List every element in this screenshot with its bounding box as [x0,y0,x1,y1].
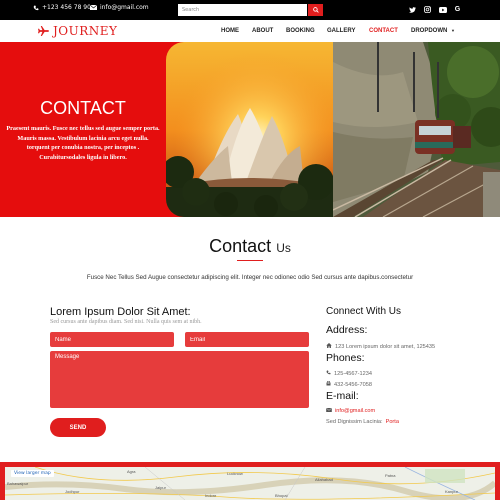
main-nav: JOURNEY HOME ABOUT BOOKING GALLERY CONTA… [0,20,500,42]
youtube-icon[interactable] [438,5,447,14]
topbar-phone-text: +123 456 78 90 [42,4,91,11]
map-embed[interactable]: View larger map Bahawalpur Agra Lucknow … [5,467,495,500]
topbar-email[interactable]: info@gmail.com [90,4,149,11]
view-larger-map-link[interactable]: View larger map [11,470,54,477]
form-title: Lorem Ipsum Dolor Sit Amet: [50,306,191,318]
email-link[interactable]: info@gmail.com [335,408,375,414]
hero-image-mountain-train [333,42,500,217]
hero-image-lotus-temple [166,42,334,217]
map-label: Indore [205,493,217,498]
contact-heading: Contact Us [0,236,500,257]
fax-icon [326,381,331,388]
map-label: Jaipur [155,485,166,490]
home-icon [326,343,332,350]
contact-description: Fusce Nec Tellus Sed Augue consectetur a… [86,274,414,281]
phone-text-1: 125-4567-1234 [334,370,372,377]
map-label: Agra [127,469,136,474]
form-subtitle: Sed cursus ante dapibus diam. Sed nisi. … [50,319,202,325]
map-section: View larger map Bahawalpur Agra Lucknow … [0,462,500,500]
instagram-icon[interactable] [423,5,432,14]
address-label: Address: [326,324,368,336]
logo[interactable]: JOURNEY [38,24,117,38]
extra-link[interactable]: Porta [386,419,399,425]
phone-line-1: 125-4567-1234 [326,370,372,377]
address-text: 123 Lorem ipsum dolor sit amet, 125435 [335,343,436,350]
email-line: info@gmail.com [326,407,375,414]
contact-heading-main: Contact [209,236,272,256]
nav-item-home[interactable]: HOME [221,28,239,34]
name-field[interactable] [50,332,174,347]
address-line: 123 Lorem ipsum dolor sit amet, 125435 [326,343,435,350]
hero-text: Praesent mauris. Fusce nec tellus sed au… [6,125,160,161]
map-label: Patna [385,473,396,478]
envelope-icon [326,407,332,414]
phone-icon [33,5,39,11]
google-icon[interactable]: G [453,5,462,14]
email-field[interactable] [185,332,309,347]
logo-text: JOURNEY [53,24,118,38]
topbar-phone[interactable]: +123 456 78 90 [33,4,91,11]
map-label: Kanpur [445,489,458,494]
extra-line: Sed Dignissim Lacinia: Porta [326,419,399,425]
map-label: Lucknow [227,471,243,476]
contact-heading-sub: Us [276,241,291,255]
airplane-icon [38,26,49,36]
phone-line-2: 432-5456-7058 [326,381,372,388]
hero-banner: CONTACT Praesent mauris. Fusce nec tellu… [0,42,500,217]
map-label: Bhopal [275,493,288,498]
extra-text: Sed Dignissim Lacinia: [326,419,383,425]
caret-down-icon: ▼ [451,28,455,33]
send-button[interactable]: SEND [50,418,106,437]
topbar-email-text: info@gmail.com [100,4,149,11]
top-bar: +123 456 78 90 info@gmail.com G [0,0,500,20]
search-input[interactable] [178,4,307,16]
search-button[interactable] [308,4,323,16]
search-icon [312,7,319,13]
nav-item-booking[interactable]: BOOKING [286,28,315,34]
phone-text-2: 432-5456-7058 [334,381,372,388]
phones-label: Phones: [326,352,365,364]
message-field[interactable] [50,351,309,408]
nav-item-about[interactable]: ABOUT [252,28,273,34]
twitter-icon[interactable] [408,5,417,14]
nav-item-dropdown[interactable]: DROPDOWN ▼ [411,28,455,34]
hero-title: CONTACT [40,98,126,118]
map-label: Jodhpur [65,489,80,494]
nav-item-contact[interactable]: CONTACT [369,28,398,34]
map-label: Bahawalpur [7,481,29,486]
envelope-icon [90,5,97,10]
phone-icon [326,370,331,377]
nav-item-dropdown-label: DROPDOWN [411,28,448,34]
connect-title: Connect With Us [326,306,402,317]
map-label: Allahabad [315,477,333,482]
heading-underline [237,260,263,261]
email-label: E-mail: [326,390,359,402]
nav-item-gallery[interactable]: GALLERY [327,28,355,34]
